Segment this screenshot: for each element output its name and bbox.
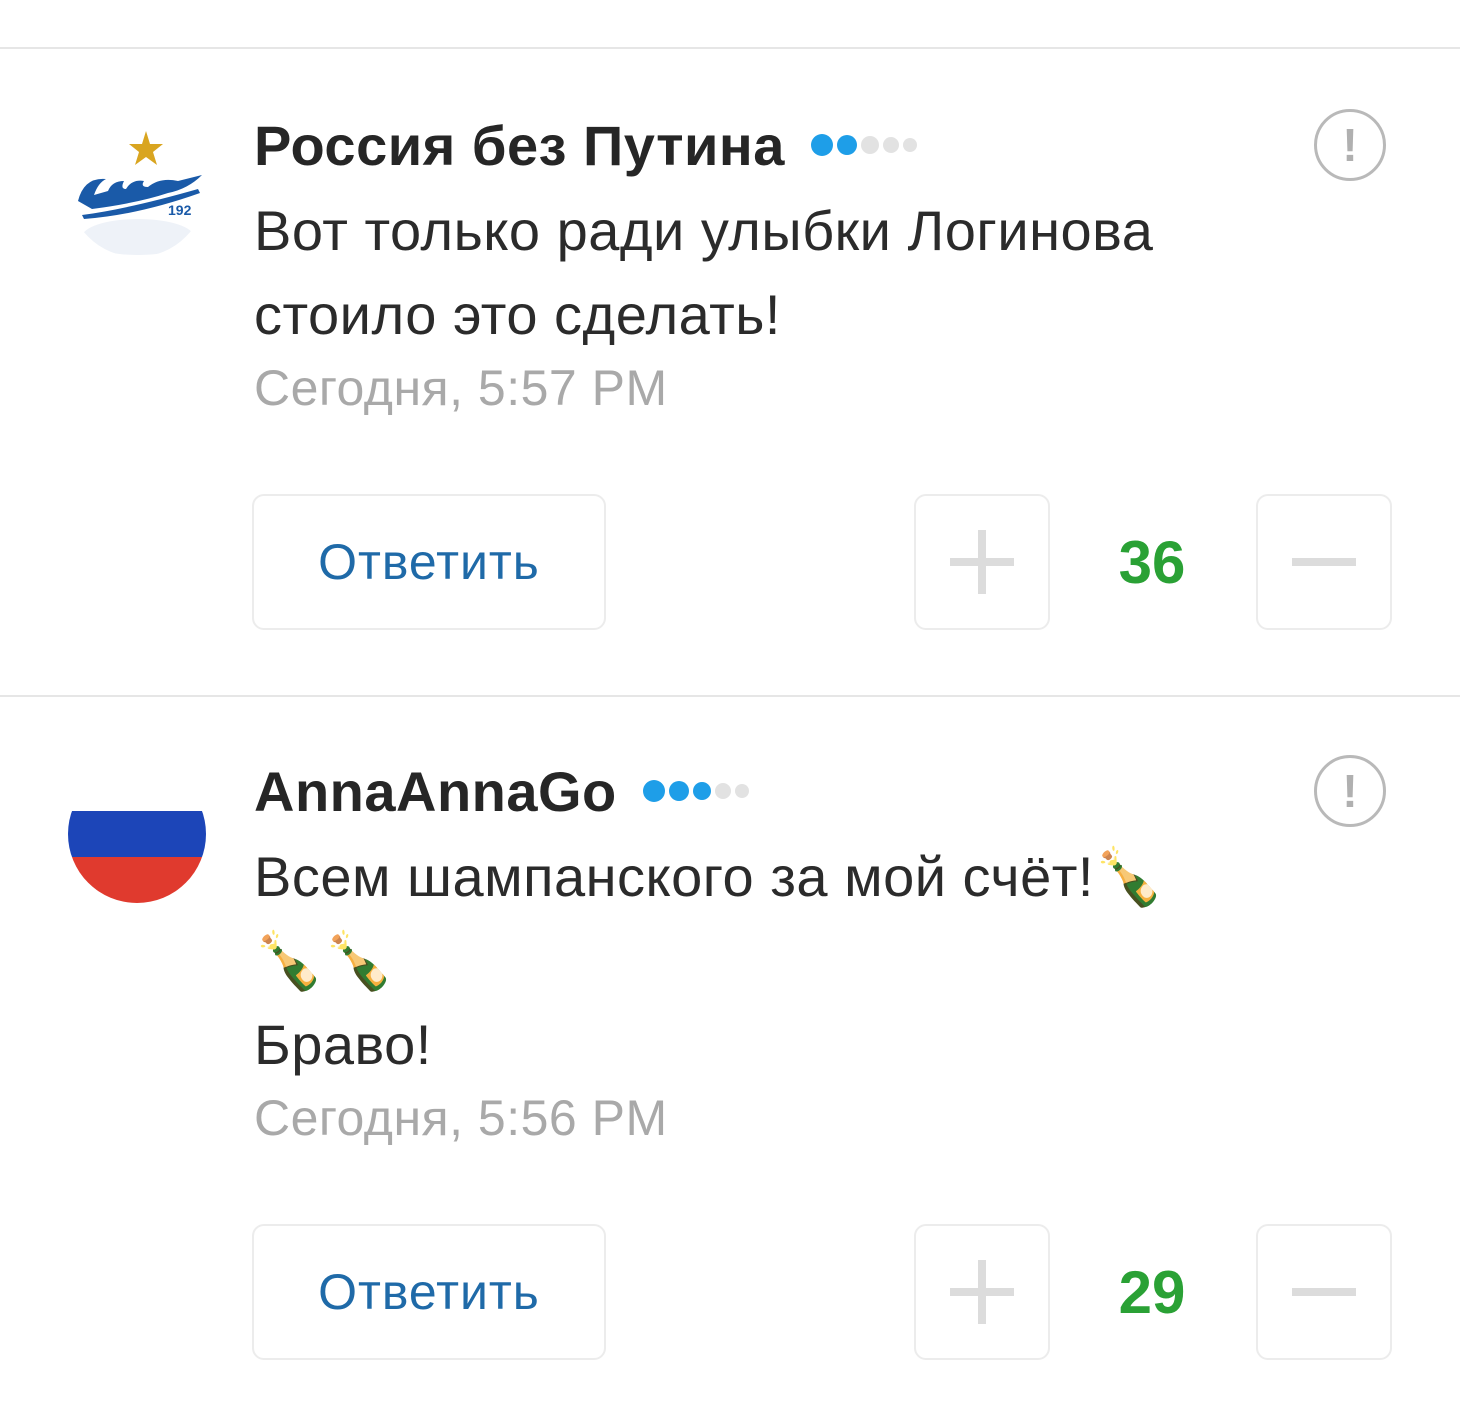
author-line: Россия без Путина — [254, 113, 1364, 178]
author-name[interactable]: Россия без Путина — [254, 113, 785, 178]
rating-dot-empty — [882, 137, 899, 153]
rating-dot-filled — [836, 135, 857, 155]
comment-text: Всем шампанского за мой счёт!🍾 🍾🍾 Браво! — [254, 835, 1364, 1087]
upvote-button[interactable] — [914, 494, 1050, 630]
comment-timestamp: Сегодня, 5:56 PM — [254, 1090, 668, 1146]
comment-text-line: Браво! — [254, 1013, 432, 1076]
rating-dot-filled — [642, 780, 665, 802]
user-rating — [810, 134, 917, 156]
rating-dot-empty — [902, 138, 917, 152]
downvote-button[interactable] — [1256, 494, 1392, 630]
comment-text: Вот только ради улыбки Логинова стоило э… — [254, 189, 1364, 357]
plus-icon — [950, 1260, 1014, 1324]
report-icon: ! — [1342, 765, 1358, 817]
svg-text:192: 192 — [168, 202, 192, 218]
comment-text-line: Вот только ради улыбки Логинова — [254, 199, 1154, 262]
comment-item: 192 Россия без Путина Вот только ради ул… — [0, 49, 1460, 695]
user-rating — [642, 780, 749, 802]
comment-item: AnnaAnnaGo Всем шампанского за мой счёт!… — [0, 697, 1460, 1414]
vote-score: 29 — [1118, 1258, 1186, 1326]
report-button[interactable]: ! — [1314, 755, 1386, 827]
comment-text-line: стоило это сделать! — [254, 283, 781, 346]
author-line: AnnaAnnaGo — [254, 759, 1364, 824]
rating-dot-filled — [668, 781, 689, 801]
report-icon: ! — [1342, 119, 1358, 171]
downvote-button[interactable] — [1256, 1224, 1392, 1360]
rating-dot-empty — [734, 784, 749, 798]
author-name[interactable]: AnnaAnnaGo — [254, 759, 617, 824]
upvote-button[interactable] — [914, 1224, 1050, 1360]
flag-stripe-red — [68, 857, 206, 903]
plus-icon — [950, 530, 1014, 594]
avatar[interactable] — [68, 765, 206, 903]
rating-dot-filled — [692, 782, 711, 800]
avatar[interactable]: 192 — [68, 119, 206, 257]
reply-button[interactable]: Ответить — [252, 494, 606, 630]
comments-page: 192 Россия без Путина Вот только ради ул… — [0, 0, 1460, 1414]
flag-stripe-blue — [68, 811, 206, 857]
rating-dot-empty — [714, 783, 731, 799]
zenit-logo-icon: 192 — [78, 131, 202, 255]
rating-dot-empty — [860, 136, 879, 154]
report-button[interactable]: ! — [1314, 109, 1386, 181]
comment-content: AnnaAnnaGo Всем шампанского за мой счёт!… — [254, 759, 1364, 1147]
vote-score: 36 — [1118, 528, 1186, 596]
minus-icon — [1292, 558, 1356, 566]
reply-button[interactable]: Ответить — [252, 1224, 606, 1360]
minus-icon — [1292, 1288, 1356, 1296]
flag-stripe-white — [68, 765, 206, 811]
comment-text-line: 🍾🍾 — [254, 929, 395, 992]
comment-content: Россия без Путина Вот только ради улыбки… — [254, 113, 1364, 417]
comment-timestamp: Сегодня, 5:57 PM — [254, 360, 668, 416]
rating-dot-filled — [810, 134, 833, 156]
comment-text-line: Всем шампанского за мой счёт!🍾 — [254, 845, 1165, 908]
